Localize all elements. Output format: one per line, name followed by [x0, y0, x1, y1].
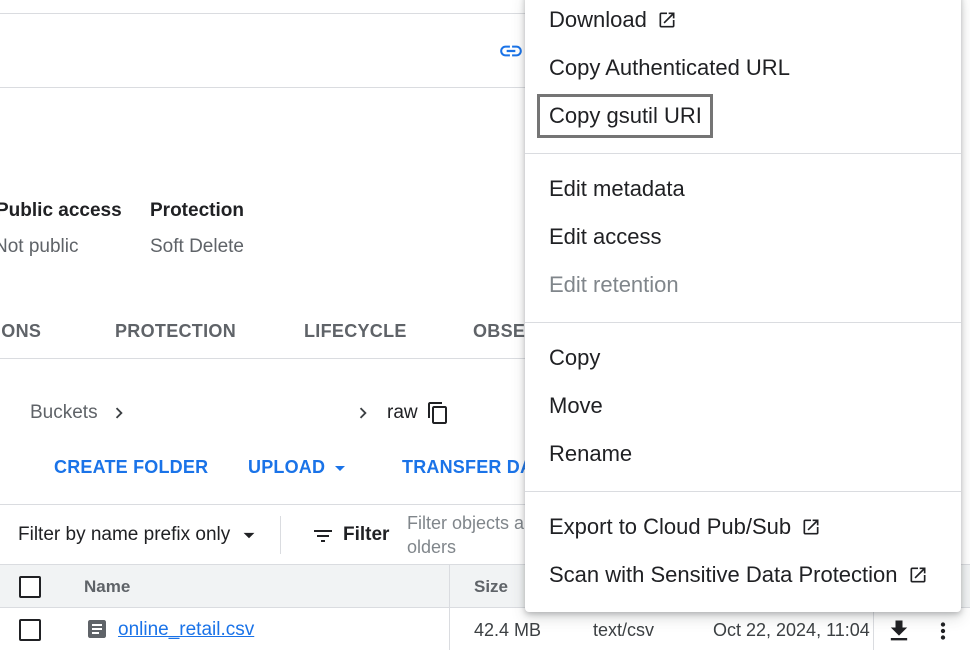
- tabs-divider: [0, 358, 525, 359]
- menu-item-copy[interactable]: Copy: [549, 345, 600, 371]
- open-in-new-icon: [659, 12, 675, 28]
- menu-item-download[interactable]: Download: [549, 7, 677, 33]
- menu-item-edit-metadata[interactable]: Edit metadata: [549, 176, 685, 202]
- public-access-label: Public access: [0, 200, 122, 221]
- filter-prefix-select[interactable]: Filter by name prefix only: [18, 524, 230, 546]
- file-type: text/csv: [593, 620, 655, 640]
- menu-separator: [525, 322, 961, 323]
- breadcrumb-current: raw: [387, 402, 418, 423]
- menu-item-scan-sdp[interactable]: Scan with Sensitive Data Protection: [549, 562, 928, 588]
- filter-list-icon[interactable]: [311, 524, 335, 548]
- download-icon[interactable]: [885, 617, 913, 645]
- menu-item-copy-gsutil-uri[interactable]: Copy gsutil URI: [549, 103, 702, 129]
- select-all-checkbox[interactable]: [19, 576, 41, 598]
- filter-input-placeholder-1[interactable]: Filter objects a: [407, 511, 524, 535]
- arrow-drop-down-icon[interactable]: [328, 456, 352, 480]
- breadcrumb-buckets[interactable]: Buckets: [30, 402, 98, 424]
- file-created: Oct 22, 2024, 11:04: [713, 620, 870, 640]
- menu-item-rename[interactable]: Rename: [549, 441, 632, 467]
- protection-label: Protection: [150, 200, 244, 221]
- menu-item-edit-retention-label: Edit retention: [549, 272, 679, 297]
- upload-button[interactable]: UPLOAD: [248, 457, 325, 478]
- more-vert-icon[interactable]: [930, 617, 956, 645]
- menu-item-copy-label: Copy: [549, 345, 601, 370]
- actions-divider: [0, 504, 525, 505]
- column-divider: [873, 608, 874, 650]
- tab-protection[interactable]: PROTECTION: [115, 321, 236, 342]
- menu-item-edit-metadata-label: Edit metadata: [549, 176, 685, 201]
- menu-item-move-label: Move: [549, 393, 603, 418]
- tab-lifecycle[interactable]: LIFECYCLE: [304, 321, 407, 342]
- header-divider: [0, 87, 525, 88]
- file-name-link[interactable]: online_retail.csv: [118, 619, 254, 641]
- menu-item-rename-label: Rename: [549, 441, 633, 466]
- public-access-value: Not public: [0, 236, 79, 257]
- column-header-size[interactable]: Size: [474, 577, 508, 597]
- row-checkbox[interactable]: [19, 619, 41, 641]
- menu-item-edit-retention: Edit retention: [549, 272, 679, 298]
- open-in-new-icon: [910, 567, 926, 583]
- filter-divider: [280, 516, 281, 554]
- menu-item-copy-authenticated-url-label: Copy Authenticated URL: [549, 55, 790, 80]
- menu-item-export-pubsub-label: Export to Cloud Pub/Sub: [549, 514, 792, 539]
- menu-separator: [525, 153, 961, 154]
- column-divider: [449, 565, 450, 650]
- menu-item-export-pubsub[interactable]: Export to Cloud Pub/Sub: [549, 514, 821, 540]
- protection-value: Soft Delete: [150, 236, 244, 257]
- column-header-name[interactable]: Name: [84, 577, 130, 597]
- menu-item-copy-authenticated-url[interactable]: Copy Authenticated URL: [549, 55, 790, 81]
- menu-item-download-label: Download: [549, 7, 647, 32]
- open-in-new-icon: [803, 519, 819, 535]
- file-size: 42.4 MB: [474, 620, 542, 640]
- content-copy-icon[interactable]: [426, 401, 450, 425]
- tab-permissions[interactable]: IONS: [0, 321, 41, 342]
- filter-input-placeholder-2[interactable]: olders: [407, 535, 456, 559]
- menu-item-move[interactable]: Move: [549, 393, 603, 419]
- menu-item-copy-gsutil-uri-label: Copy gsutil URI: [549, 103, 702, 128]
- arrow-drop-down-icon[interactable]: [236, 522, 262, 548]
- menu-item-scan-sdp-label: Scan with Sensitive Data Protection: [549, 562, 898, 587]
- menu-item-edit-access[interactable]: Edit access: [549, 224, 662, 250]
- menu-separator: [525, 491, 961, 492]
- chevron-right-icon: [359, 407, 367, 419]
- create-folder-button[interactable]: CREATE FOLDER: [54, 457, 208, 478]
- top-divider: [0, 13, 525, 14]
- filter-button[interactable]: Filter: [343, 524, 389, 546]
- file-icon: [88, 620, 106, 638]
- menu-item-edit-access-label: Edit access: [549, 224, 662, 249]
- link-icon[interactable]: [498, 38, 524, 64]
- object-context-menu: Download Copy Authenticated URL Copy gsu…: [525, 0, 961, 612]
- chevron-right-icon: [115, 407, 123, 419]
